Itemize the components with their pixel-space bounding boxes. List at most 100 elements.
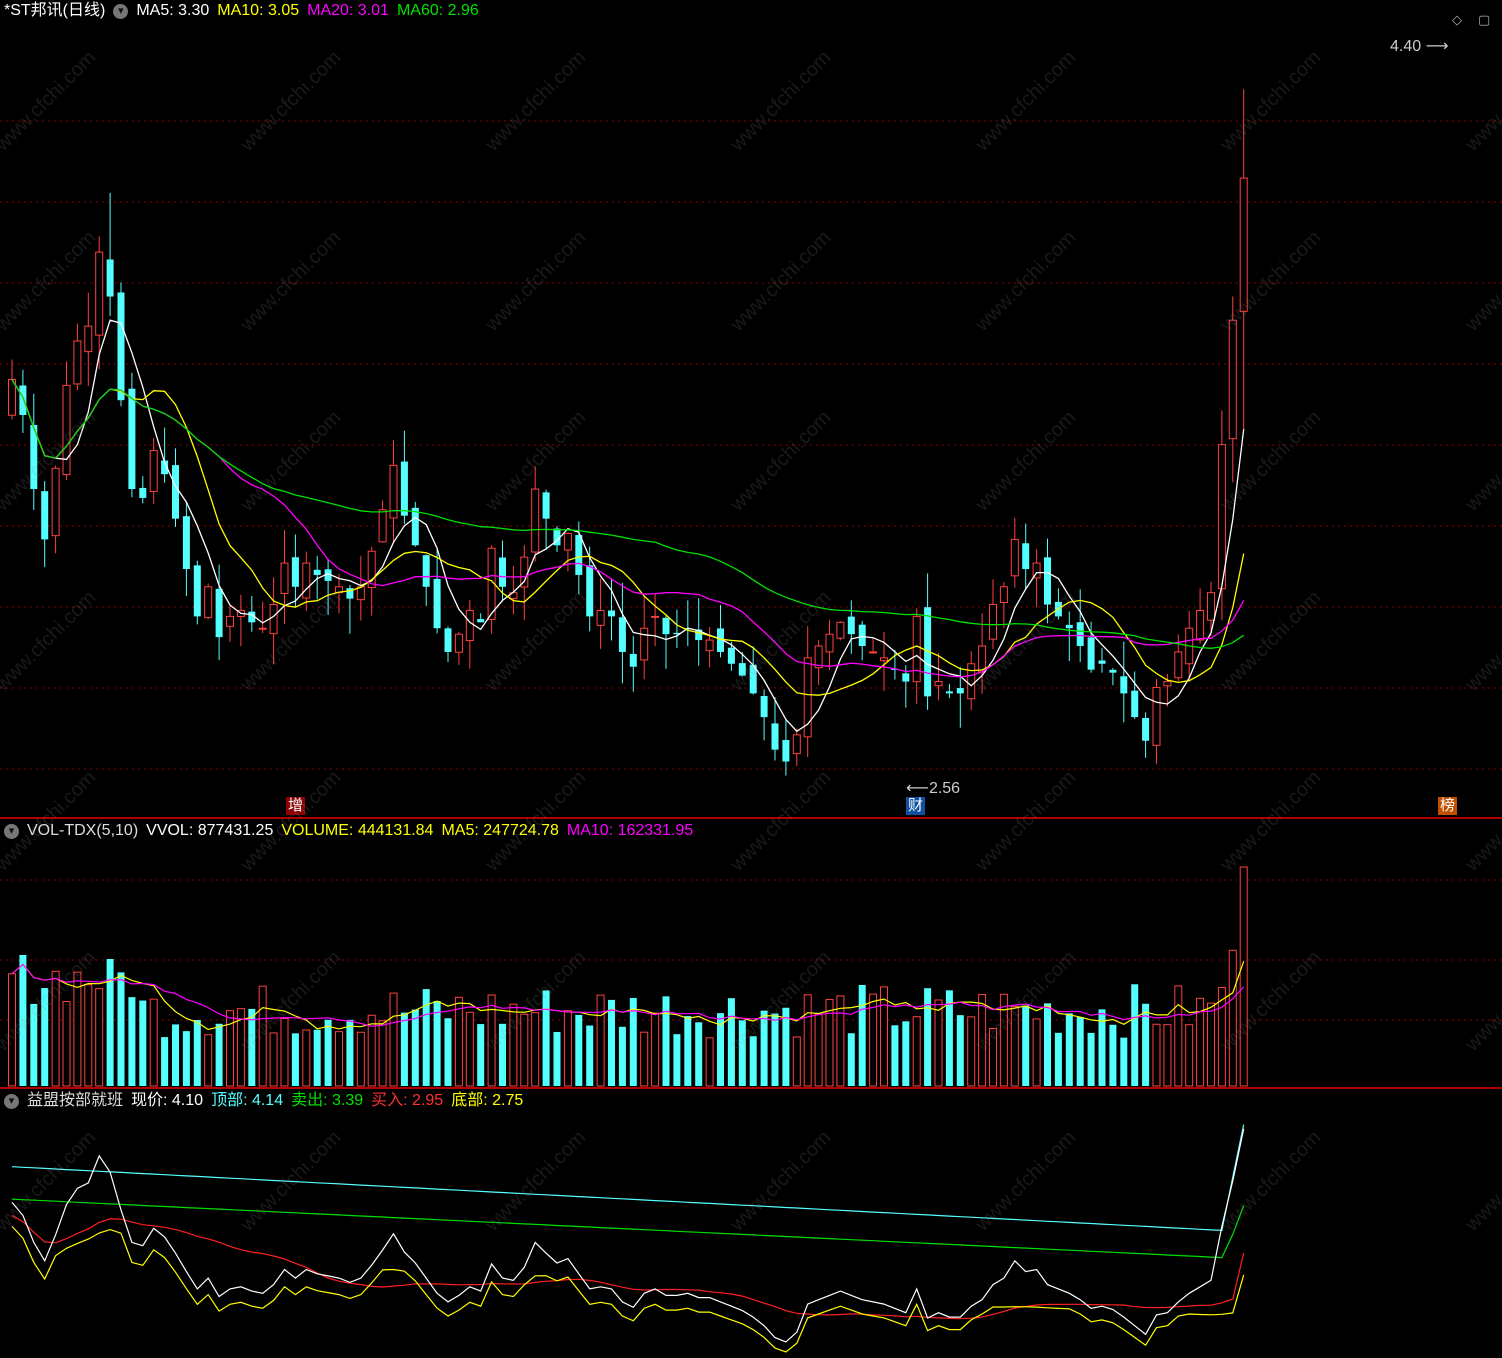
volume-bar[interactable] (182, 1031, 190, 1086)
stock-title[interactable]: *ST邦讯(日线) (4, 0, 105, 22)
volume-bar[interactable] (73, 971, 82, 1087)
volume-bar[interactable] (356, 1031, 365, 1087)
volume-chart[interactable] (0, 818, 1502, 1088)
volume-panel[interactable]: ▾ VOL-TDX(5,10) VVOL: 877431.25 VOLUME: … (0, 818, 1502, 1088)
candle-body[interactable] (280, 562, 289, 594)
volume-bar[interactable] (792, 1036, 801, 1087)
candle-body[interactable] (563, 532, 572, 551)
candle-body[interactable] (139, 487, 147, 498)
volume-bar[interactable] (8, 973, 16, 1087)
volume-bar[interactable] (760, 1010, 768, 1086)
volume-bar[interactable] (749, 1036, 757, 1086)
candle-body[interactable] (956, 688, 964, 694)
volume-bar[interactable] (695, 1022, 703, 1086)
candle-body[interactable] (204, 586, 213, 619)
volume-bar[interactable] (1207, 1002, 1215, 1087)
candle-body[interactable] (575, 534, 583, 575)
candle-body[interactable] (651, 615, 660, 618)
volume-bar[interactable] (1022, 1005, 1030, 1086)
volume-bar[interactable] (454, 996, 463, 1087)
volume-bar[interactable] (1065, 1013, 1073, 1086)
volume-bar[interactable] (858, 984, 866, 1086)
volume-bar[interactable] (106, 959, 114, 1086)
candle-body[interactable] (62, 384, 71, 476)
volume-bar[interactable] (967, 1016, 976, 1087)
candle-body[interactable] (1163, 681, 1172, 687)
volume-bar[interactable] (563, 1010, 572, 1087)
volume-bar[interactable] (1076, 1017, 1084, 1086)
event-marker-finance[interactable]: 财 (906, 797, 926, 815)
candle-body[interactable] (1010, 538, 1019, 577)
candle-body[interactable] (520, 556, 529, 588)
volume-bar[interactable] (673, 1034, 681, 1086)
volume-bar[interactable] (542, 990, 550, 1086)
candle-body[interactable] (945, 691, 953, 694)
volume-bar[interactable] (771, 1013, 779, 1086)
volume-bar[interactable] (291, 1033, 299, 1086)
volume-bar[interactable] (727, 998, 735, 1086)
candle-body[interactable] (182, 516, 190, 569)
indicator-chart[interactable] (0, 1088, 1502, 1358)
square-icon[interactable]: ▢ (1478, 12, 1490, 28)
volume-bar[interactable] (847, 1033, 855, 1086)
volume-bar[interactable] (378, 1020, 387, 1087)
volume-bar[interactable] (509, 1003, 518, 1087)
candle-body[interactable] (1174, 651, 1183, 679)
candle-body[interactable] (1109, 669, 1117, 673)
candle-body[interactable] (989, 604, 997, 640)
volume-bar[interactable] (411, 1009, 419, 1086)
candle-body[interactable] (771, 723, 779, 750)
candle-body[interactable] (302, 562, 311, 599)
volume-bar[interactable] (499, 1023, 506, 1086)
candle-body[interactable] (41, 491, 49, 540)
candle-body[interactable] (291, 557, 299, 587)
candle-body[interactable] (477, 619, 485, 623)
volume-bar[interactable] (912, 1016, 921, 1087)
volume-bar[interactable] (95, 988, 104, 1087)
volume-bar[interactable] (248, 1008, 256, 1086)
volume-bar[interactable] (444, 1018, 452, 1086)
candle-body[interactable] (454, 633, 463, 653)
volume-bar[interactable] (128, 997, 136, 1086)
volume-bar[interactable] (1010, 1005, 1019, 1087)
volume-bar[interactable] (1044, 1003, 1051, 1086)
volume-bar[interactable] (1163, 1024, 1172, 1087)
volume-bar[interactable] (51, 970, 60, 1087)
candle-body[interactable] (1152, 686, 1161, 746)
volume-bar[interactable] (84, 984, 93, 1087)
volume-bar[interactable] (651, 1012, 660, 1087)
candle-body[interactable] (8, 378, 16, 416)
volume-bar[interactable] (313, 1029, 321, 1086)
candle-body[interactable] (433, 578, 441, 629)
volume-bar[interactable] (531, 1012, 540, 1087)
volume-bar[interactable] (825, 998, 834, 1087)
volume-bar[interactable] (978, 994, 987, 1087)
candlestick-chart[interactable] (0, 0, 1502, 818)
volume-bar[interactable] (161, 1037, 169, 1086)
volume-bar[interactable] (215, 1023, 223, 1086)
volume-bar[interactable] (30, 1003, 38, 1086)
volume-bar[interactable] (487, 994, 496, 1087)
volume-bar[interactable] (989, 1028, 997, 1087)
volume-bar[interactable] (586, 1025, 594, 1086)
candle-body[interactable] (1076, 622, 1084, 646)
candle-body[interactable] (847, 616, 855, 635)
candle-body[interactable] (193, 565, 201, 617)
candle-body[interactable] (760, 696, 768, 718)
candle-body[interactable] (117, 292, 125, 401)
candle-body[interactable] (967, 663, 976, 700)
diamond-icon[interactable]: ◇ (1452, 12, 1462, 28)
volume-bar[interactable] (553, 1031, 561, 1086)
volume-bar[interactable] (346, 1019, 354, 1086)
volume-bar[interactable] (400, 1012, 408, 1086)
volume-bar[interactable] (1032, 1018, 1041, 1087)
candle-body[interactable] (1207, 592, 1215, 621)
candle-body[interactable] (1142, 717, 1150, 741)
volume-bar[interactable] (19, 954, 27, 1086)
volume-bar[interactable] (640, 1031, 649, 1087)
candle-body[interactable] (902, 673, 910, 682)
candle-body[interactable] (444, 628, 452, 652)
vol-indicator-name[interactable]: VOL-TDX(5,10) (27, 820, 138, 842)
volume-bar[interactable] (1228, 949, 1237, 1087)
volume-bar[interactable] (1174, 985, 1183, 1087)
